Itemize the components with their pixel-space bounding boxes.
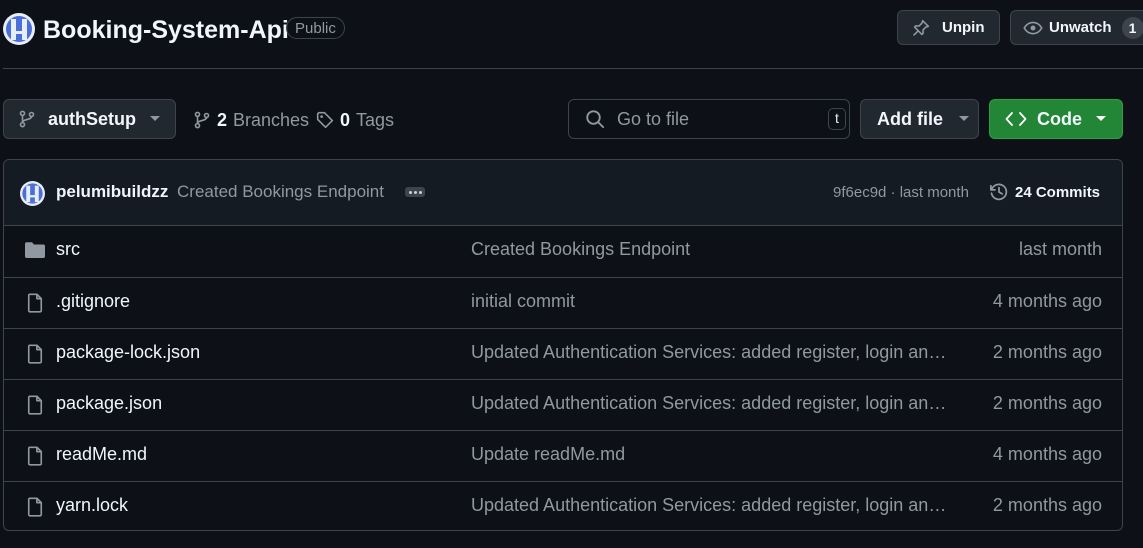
watch-count: 1	[1121, 16, 1143, 39]
chevron-down-icon	[150, 116, 160, 121]
branch-selector[interactable]: authSetup	[3, 99, 176, 139]
unwatch-label: Unwatch	[1049, 19, 1112, 36]
branches-link[interactable]: 2 Branches	[193, 108, 309, 132]
file-name[interactable]: readMe.md	[56, 444, 147, 465]
code-label: Code	[1037, 108, 1082, 129]
search-input[interactable]	[615, 107, 824, 131]
unwatch-button[interactable]: Unwatch 1	[1010, 10, 1143, 45]
tags-label: Tags	[356, 109, 395, 130]
author-avatar[interactable]	[20, 181, 45, 206]
commits-count-label: 24 Commits	[1015, 183, 1101, 201]
file-updated-time: 4 months ago	[992, 444, 1102, 464]
file-updated-time: last month	[1018, 239, 1102, 259]
file-icon	[27, 395, 43, 415]
file-commit-message[interactable]: initial commit	[471, 291, 575, 312]
file-updated-time: 2 months ago	[992, 393, 1102, 413]
table-row[interactable]: readMe.md Update readMe.md 4 months ago	[4, 430, 1122, 481]
file-name[interactable]: src	[56, 239, 80, 260]
file-name[interactable]: yarn.lock	[56, 495, 128, 516]
table-row[interactable]: package-lock.json Updated Authentication…	[4, 328, 1122, 379]
table-row[interactable]: package.json Updated Authentication Serv…	[4, 379, 1122, 430]
file-icon	[27, 446, 43, 466]
visibility-badge: Public	[286, 17, 345, 39]
branches-count: 2	[217, 109, 228, 130]
chevron-down-icon	[1096, 116, 1106, 121]
file-table: pelumibuildzz Created Bookings Endpoint …	[3, 159, 1123, 531]
commit-message[interactable]: Created Bookings Endpoint	[177, 182, 384, 202]
code-icon	[1005, 112, 1027, 126]
file-name[interactable]: .gitignore	[56, 291, 130, 312]
file-commit-message[interactable]: Updated Authentication Services: added r…	[471, 495, 947, 516]
code-button[interactable]: Code	[989, 99, 1123, 139]
git-branch-icon	[19, 110, 35, 128]
file-commit-message[interactable]: Created Bookings Endpoint	[471, 239, 690, 260]
tags-count: 0	[340, 109, 351, 130]
file-commit-message[interactable]: Update readMe.md	[471, 444, 625, 465]
tags-link[interactable]: 0 Tags	[316, 108, 394, 132]
latest-commit-bar: pelumibuildzz Created Bookings Endpoint …	[4, 160, 1122, 226]
add-file-label: Add file	[877, 108, 943, 129]
unpin-button[interactable]: Unpin	[897, 10, 1000, 45]
repo-title[interactable]: Booking-System-Api	[43, 13, 289, 47]
shortcut-key-hint: t	[828, 108, 846, 130]
add-file-button[interactable]: Add file	[860, 99, 979, 139]
file-updated-time: 2 months ago	[992, 342, 1102, 362]
eye-icon	[1023, 21, 1043, 34]
git-branch-icon	[194, 111, 210, 129]
file-name[interactable]: package-lock.json	[56, 342, 200, 363]
table-row[interactable]: src Created Bookings Endpoint last month	[4, 226, 1122, 277]
table-row[interactable]: .gitignore initial commit 4 months ago	[4, 277, 1122, 328]
branches-label: Branches	[233, 109, 310, 130]
file-commit-message[interactable]: Updated Authentication Services: added r…	[471, 342, 947, 363]
tag-icon	[316, 111, 334, 129]
chevron-down-icon	[959, 116, 969, 121]
folder-icon	[25, 242, 45, 258]
header-divider	[3, 68, 1143, 69]
file-icon	[27, 497, 43, 517]
file-commit-message[interactable]: Updated Authentication Services: added r…	[471, 393, 947, 414]
commits-history-link[interactable]: 24 Commits	[989, 182, 1100, 202]
commit-sha-time[interactable]: 9f6ec9d · last month	[833, 184, 969, 201]
file-name[interactable]: package.json	[56, 393, 162, 414]
branch-name: authSetup	[48, 108, 136, 129]
expand-commit-button[interactable]	[405, 187, 425, 197]
pin-icon	[913, 19, 930, 36]
file-icon	[27, 293, 43, 313]
file-updated-time: 2 months ago	[992, 495, 1102, 515]
history-icon	[990, 183, 1008, 201]
repo-owner-avatar[interactable]	[3, 13, 35, 45]
unpin-label: Unpin	[942, 19, 985, 36]
file-icon	[27, 344, 43, 364]
file-updated-time: 4 months ago	[992, 291, 1102, 311]
table-row[interactable]: yarn.lock Updated Authentication Service…	[4, 481, 1122, 530]
go-to-file-search[interactable]: t	[568, 99, 850, 139]
search-icon	[586, 110, 605, 129]
commit-author[interactable]: pelumibuildzz	[56, 182, 168, 202]
